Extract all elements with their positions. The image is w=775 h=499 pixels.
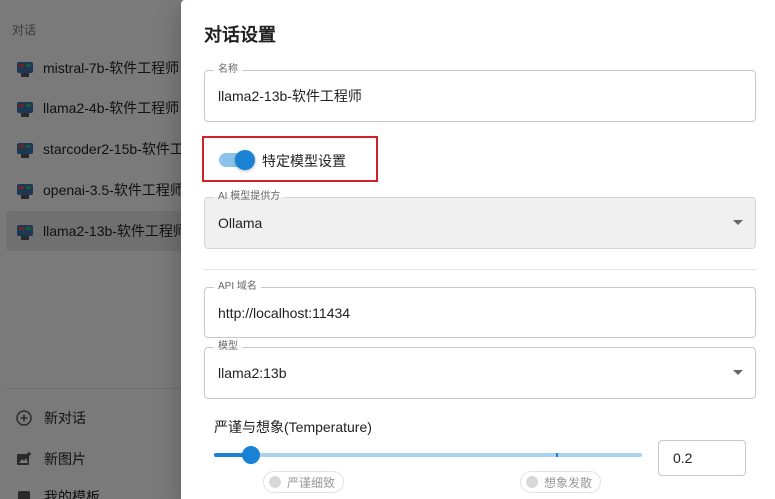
precise-icon — [269, 476, 281, 488]
temperature-slider[interactable] — [214, 446, 642, 464]
api-domain-label: API 域名 — [214, 281, 261, 293]
slider-rail — [214, 453, 642, 457]
conversation-settings-dialog: 对话设置 名称 llama2-13b-软件工程师 特定模型设置 AI 模型提供方… — [181, 0, 775, 499]
model-label: 模型 — [214, 341, 242, 353]
name-field-label: 名称 — [214, 64, 242, 76]
precise-chip[interactable]: 严谨细致 — [263, 471, 345, 493]
dialog-title: 对话设置 — [204, 25, 276, 45]
slider-mark — [556, 453, 558, 457]
chevron-down-icon — [733, 220, 743, 225]
imaginative-chip[interactable]: 想象发散 — [520, 471, 602, 493]
section-divider — [204, 269, 756, 270]
ai-provider-value: Ollama — [218, 215, 263, 231]
ai-provider-label: AI 模型提供方 — [214, 191, 285, 203]
temperature-input-value: 0.2 — [673, 450, 693, 466]
slider-thumb[interactable] — [242, 446, 260, 464]
imaginative-label: 想象发散 — [544, 475, 593, 490]
temperature-input[interactable]: 0.2 — [658, 440, 746, 476]
name-field-value: llama2-13b-软件工程师 — [218, 88, 362, 104]
switch-thumb — [235, 150, 255, 170]
specific-model-switch[interactable] — [217, 150, 255, 170]
specific-model-label: 特定模型设置 — [262, 153, 346, 169]
model-select[interactable]: 模型 llama2:13b — [204, 341, 756, 399]
specific-model-toggle-highlight: 特定模型设置 — [202, 136, 378, 182]
ai-provider-select[interactable]: AI 模型提供方 Ollama — [204, 191, 756, 249]
precise-label: 严谨细致 — [287, 475, 336, 490]
chevron-down-icon — [733, 370, 743, 375]
model-value: llama2:13b — [218, 365, 287, 381]
bulb-icon — [526, 476, 538, 488]
api-domain-field[interactable]: API 域名 http://localhost:11434 — [204, 281, 756, 338]
name-field[interactable]: 名称 llama2-13b-软件工程师 — [204, 64, 756, 122]
temperature-title: 严谨与想象(Temperature) — [214, 419, 372, 435]
api-domain-value: http://localhost:11434 — [218, 304, 351, 321]
